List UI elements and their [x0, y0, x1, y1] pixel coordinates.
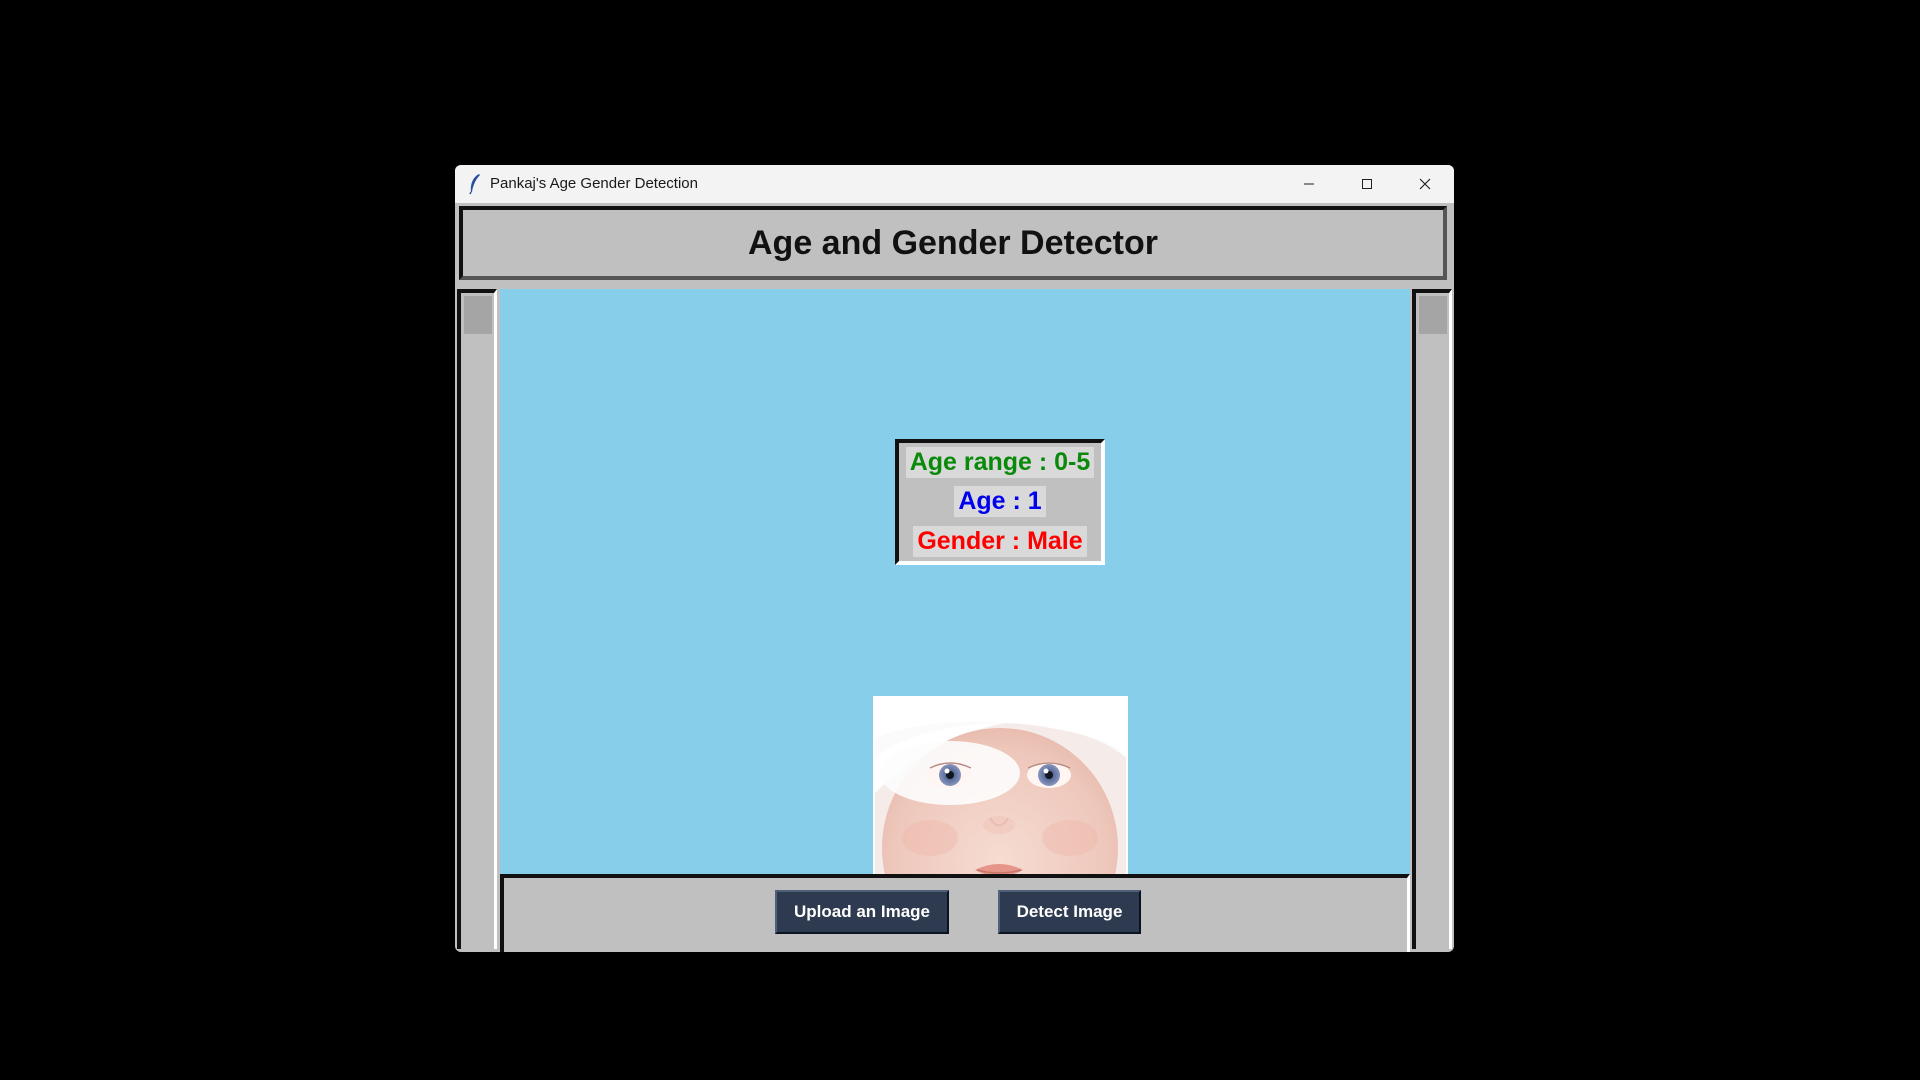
minimize-icon: [1304, 183, 1314, 185]
button-bar: Upload an Image Detect Image: [500, 874, 1410, 952]
age-label: Age : 1: [954, 486, 1046, 518]
age-range-label: Age range : 0-5: [905, 447, 1095, 479]
right-scrollbar[interactable]: [1412, 289, 1452, 949]
detect-image-button[interactable]: Detect Image: [998, 890, 1141, 934]
header-panel: Age and Gender Detector: [459, 206, 1447, 280]
maximize-button[interactable]: [1338, 165, 1396, 203]
close-icon: [1419, 178, 1431, 190]
left-scrollbar[interactable]: [457, 289, 497, 949]
left-scrollbar-thumb[interactable]: [464, 296, 492, 334]
upload-image-button[interactable]: Upload an Image: [775, 890, 949, 934]
gender-label: Gender : Male: [913, 525, 1087, 557]
close-button[interactable]: [1396, 165, 1454, 203]
app-heading: Age and Gender Detector: [748, 223, 1158, 262]
minimize-button[interactable]: [1280, 165, 1338, 203]
window-title: Pankaj's Age Gender Detection: [490, 175, 698, 192]
result-panel: Age range : 0-5 Age : 1 Gender : Male: [895, 439, 1105, 565]
app-window: Pankaj's Age Gender Detection Age and Ge…: [455, 165, 1454, 952]
right-scrollbar-thumb[interactable]: [1419, 296, 1447, 334]
title-bar[interactable]: Pankaj's Age Gender Detection: [455, 165, 1454, 203]
maximize-icon: [1362, 179, 1372, 189]
image-canvas: Age range : 0-5 Age : 1 Gender : Male: [500, 289, 1410, 951]
feather-icon: [469, 174, 480, 195]
